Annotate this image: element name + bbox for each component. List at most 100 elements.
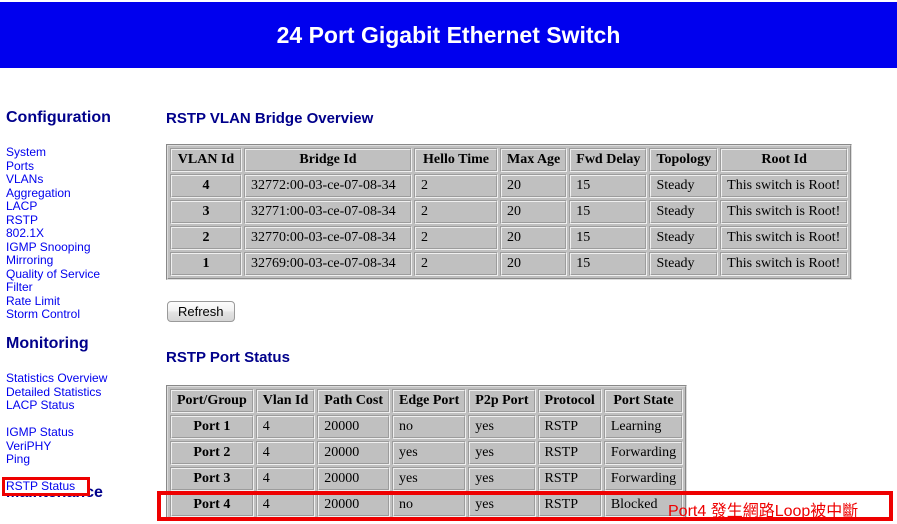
sidebar-item-igmp-snooping[interactable]: IGMP Snooping	[6, 240, 100, 255]
cell-max-age: 20	[500, 174, 568, 198]
cell-topology: Steady	[649, 252, 719, 276]
cell-bridge-id: 32772:00-03-ce-07-08-34	[244, 174, 412, 198]
column-header-max-age: Max Age	[500, 148, 568, 172]
cell-port-group: Port 4	[170, 493, 254, 517]
sidebar-item-rstp[interactable]: RSTP	[6, 213, 100, 228]
table-row: 1 32769:00-03-ce-07-08-34 2 20 15 Steady…	[170, 252, 849, 276]
table-row: Port 1 4 20000 no yes RSTP Learning	[170, 415, 684, 439]
sidebar-item-lacp[interactable]: LACP	[6, 199, 100, 214]
column-header-vlan-id: Vlan Id	[255, 389, 316, 413]
cell-topology: Steady	[649, 226, 719, 250]
table-row-highlighted: Port 4 4 20000 no yes RSTP Blocked	[170, 493, 684, 517]
cell-root-id: This switch is Root!	[720, 226, 849, 250]
port-status-table-container: Port/Group Vlan Id Path Cost Edge Port P…	[166, 385, 688, 521]
cell-root-id: This switch is Root!	[720, 174, 849, 198]
cell-protocol: RSTP	[537, 441, 602, 465]
cell-vlan-id: 4	[255, 441, 316, 465]
column-header-bridge-id: Bridge Id	[244, 148, 412, 172]
column-header-root-id: Root Id	[720, 148, 849, 172]
cell-edge-port: no	[392, 415, 467, 439]
column-header-port-group: Port/Group	[170, 389, 254, 413]
cell-protocol: RSTP	[537, 493, 602, 517]
column-header-protocol: Protocol	[537, 389, 602, 413]
sidebar-item-ping[interactable]: Ping	[6, 452, 107, 467]
bridge-overview-title: RSTP VLAN Bridge Overview	[166, 110, 374, 127]
cell-port-group: Port 1	[170, 415, 254, 439]
bridge-overview-table: VLAN Id Bridge Id Hello Time Max Age Fwd…	[166, 144, 853, 280]
cell-topology: Steady	[649, 200, 719, 224]
cell-vlan-id: 4	[255, 493, 316, 517]
cell-edge-port: no	[392, 493, 467, 517]
sidebar-item-8021x[interactable]: 802.1X	[6, 226, 100, 241]
cell-edge-port: yes	[392, 467, 467, 491]
cell-fwd-delay: 15	[569, 174, 648, 198]
column-header-fwd-delay: Fwd Delay	[569, 148, 648, 172]
sidebar-item-rstp-status[interactable]: RSTP Status	[6, 479, 75, 494]
cell-root-id: This switch is Root!	[720, 252, 849, 276]
cell-path-cost: 20000	[317, 493, 391, 517]
refresh-button[interactable]: Refresh	[167, 301, 235, 322]
sidebar-item-veriphy[interactable]: VeriPHY	[6, 439, 107, 454]
cell-fwd-delay: 15	[569, 200, 648, 224]
sidebar-item-vlans[interactable]: VLANs	[6, 172, 100, 187]
sidebar-list-configuration: System Ports VLANs Aggregation LACP RSTP…	[0, 145, 100, 322]
column-header-p2p-port: P2p Port	[468, 389, 536, 413]
cell-bridge-id: 32770:00-03-ce-07-08-34	[244, 226, 412, 250]
cell-vlan-id: 4	[255, 415, 316, 439]
sidebar-item-mirroring[interactable]: Mirroring	[6, 253, 100, 268]
port-status-title: RSTP Port Status	[166, 349, 290, 366]
cell-hello-time: 2	[414, 252, 498, 276]
sidebar-navigation: Configuration System Ports VLANs Aggrega…	[0, 68, 158, 524]
sidebar-item-filter[interactable]: Filter	[6, 280, 100, 295]
cell-bridge-id: 32771:00-03-ce-07-08-34	[244, 200, 412, 224]
sidebar-item-lacp-status[interactable]: LACP Status	[6, 398, 107, 413]
cell-fwd-delay: 15	[569, 226, 648, 250]
sidebar-item-statistics-overview[interactable]: Statistics Overview	[6, 371, 107, 386]
cell-max-age: 20	[500, 200, 568, 224]
cell-hello-time: 2	[414, 226, 498, 250]
main-content: RSTP VLAN Bridge Overview VLAN Id Bridge…	[158, 68, 897, 524]
table-row: 3 32771:00-03-ce-07-08-34 2 20 15 Steady…	[170, 200, 849, 224]
cell-vlan-id: 1	[170, 252, 242, 276]
sidebar-item-system[interactable]: System	[6, 145, 100, 160]
column-header-path-cost: Path Cost	[317, 389, 391, 413]
table-row: 4 32772:00-03-ce-07-08-34 2 20 15 Steady…	[170, 174, 849, 198]
sidebar-item-ports[interactable]: Ports	[6, 159, 100, 174]
sidebar-item-rate-limit[interactable]: Rate Limit	[6, 294, 100, 309]
port4-annotation-text: Port4 發生網路Loop被中斷	[668, 503, 859, 520]
port-status-table: Port/Group Vlan Id Path Cost Edge Port P…	[166, 385, 688, 521]
cell-bridge-id: 32769:00-03-ce-07-08-34	[244, 252, 412, 276]
sidebar-item-aggregation[interactable]: Aggregation	[6, 186, 100, 201]
sidebar-heading-monitoring: Monitoring	[6, 335, 89, 352]
table-header-row: Port/Group Vlan Id Path Cost Edge Port P…	[170, 389, 684, 413]
cell-p2p-port: yes	[468, 415, 536, 439]
page-title: 24 Port Gigabit Ethernet Switch	[276, 21, 621, 48]
cell-path-cost: 20000	[317, 441, 391, 465]
table-row: 2 32770:00-03-ce-07-08-34 2 20 15 Steady…	[170, 226, 849, 250]
cell-vlan-id: 4	[170, 174, 242, 198]
cell-port-state: Forwarding	[603, 467, 684, 491]
column-header-port-state: Port State	[603, 389, 684, 413]
cell-path-cost: 20000	[317, 467, 391, 491]
column-header-topology: Topology	[649, 148, 719, 172]
column-header-edge-port: Edge Port	[392, 389, 467, 413]
table-row: Port 3 4 20000 yes yes RSTP Forwarding	[170, 467, 684, 491]
sidebar-item-detailed-statistics[interactable]: Detailed Statistics	[6, 385, 107, 400]
cell-vlan-id: 2	[170, 226, 242, 250]
sidebar-list-monitoring: Statistics Overview Detailed Statistics …	[0, 371, 107, 467]
sidebar-heading-configuration: Configuration	[6, 109, 111, 126]
cell-path-cost: 20000	[317, 415, 391, 439]
cell-vlan-id: 4	[255, 467, 316, 491]
cell-fwd-delay: 15	[569, 252, 648, 276]
table-header-row: VLAN Id Bridge Id Hello Time Max Age Fwd…	[170, 148, 849, 172]
cell-p2p-port: yes	[468, 441, 536, 465]
cell-port-group: Port 2	[170, 441, 254, 465]
bridge-overview-table-container: VLAN Id Bridge Id Hello Time Max Age Fwd…	[166, 144, 853, 280]
sidebar-item-storm-control[interactable]: Storm Control	[6, 307, 100, 322]
sidebar-item-quality-of-service[interactable]: Quality of Service	[6, 267, 100, 282]
page-header-banner: 24 Port Gigabit Ethernet Switch	[0, 2, 897, 68]
column-header-hello-time: Hello Time	[414, 148, 498, 172]
cell-vlan-id: 3	[170, 200, 242, 224]
sidebar-item-igmp-status[interactable]: IGMP Status	[6, 425, 107, 440]
cell-port-group: Port 3	[170, 467, 254, 491]
